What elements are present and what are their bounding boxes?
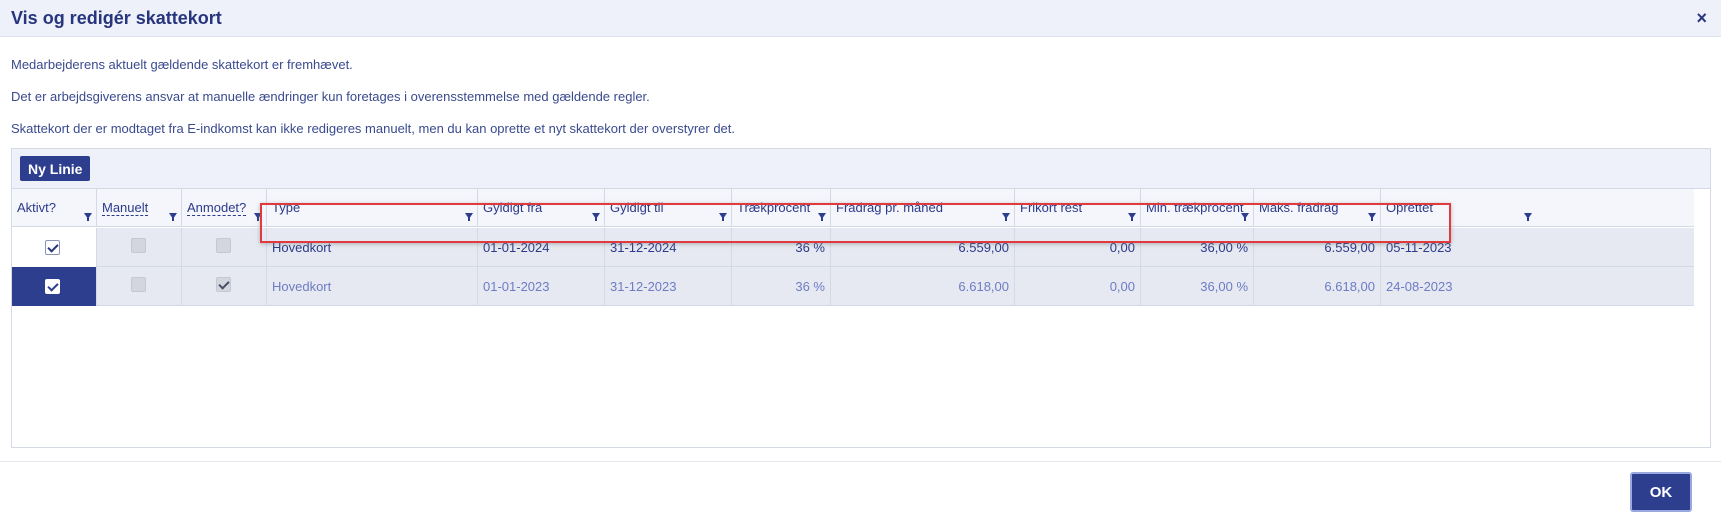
- filter-icon[interactable]: [84, 213, 92, 221]
- tax-card-grid: Ny Linie Aktivt? Manuelt Anmodet? Type G…: [11, 148, 1711, 448]
- cell-text: 6.559,00: [1324, 240, 1375, 255]
- col-header-label: Aktivt?: [17, 200, 57, 215]
- filter-icon[interactable]: [169, 213, 177, 221]
- cell-oprettet[interactable]: 05-11-2023: [1381, 228, 1694, 267]
- col-header-type[interactable]: Type: [267, 189, 478, 227]
- cell-text: 6.618,00: [958, 279, 1009, 294]
- info-text-responsibility: Det er arbejdsgiverens ansvar at manuell…: [11, 89, 650, 104]
- cell-gyldigt-til[interactable]: 31-12-2023: [605, 267, 732, 306]
- info-text-e-indkomst: Skattekort der er modtaget fra E-indkoms…: [11, 121, 736, 136]
- footer-divider: [0, 461, 1721, 462]
- cell-text: 6.618,00: [1324, 279, 1375, 294]
- col-header-anmodet[interactable]: Anmodet?: [182, 189, 267, 227]
- col-header-label: Min. trækprocent: [1146, 200, 1244, 215]
- cell-anmodet: [182, 228, 267, 267]
- col-header-fradrag[interactable]: Fradrag pr. måned: [831, 189, 1015, 227]
- cell-text: 24-08-2023: [1386, 279, 1453, 294]
- cell-text: 05-11-2023: [1386, 240, 1452, 255]
- filter-icon[interactable]: [592, 213, 600, 221]
- filter-icon[interactable]: [1002, 213, 1010, 221]
- col-header-oprettet[interactable]: Oprettet: [1381, 189, 1536, 227]
- col-header-label: Fradrag pr. måned: [836, 200, 943, 215]
- col-header-label: Gyldigt til: [610, 200, 664, 215]
- cell-aktivt[interactable]: [12, 267, 97, 306]
- anmodet-checkbox: [216, 277, 231, 292]
- new-line-button[interactable]: Ny Linie: [20, 156, 91, 181]
- cell-maks-fradrag[interactable]: 6.618,00: [1254, 267, 1381, 306]
- cell-text: 01-01-2023: [483, 279, 550, 294]
- col-header-label: Frikort rest: [1020, 200, 1083, 215]
- cell-text: 01-01-2024: [483, 240, 550, 255]
- cell-manuelt: [97, 228, 182, 267]
- col-header-label: Trækprocent: [737, 200, 811, 215]
- dialog-titlebar: Vis og redigér skattekort ×: [0, 0, 1721, 37]
- cell-text: 0,00: [1109, 279, 1135, 294]
- cell-text: 31-12-2024: [610, 240, 677, 255]
- filter-icon[interactable]: [1524, 213, 1532, 221]
- close-icon[interactable]: ×: [1696, 8, 1707, 29]
- cell-text: 36,00 %: [1200, 240, 1248, 255]
- col-header-min-traekprocent[interactable]: Min. trækprocent: [1141, 189, 1254, 227]
- aktivt-checkbox[interactable]: [45, 279, 60, 294]
- col-header-label: Anmodet?: [187, 200, 247, 216]
- cell-traekprocent[interactable]: 36 %: [732, 267, 831, 306]
- col-header-traekprocent[interactable]: Trækprocent: [732, 189, 831, 227]
- cell-type[interactable]: Hovedkort: [267, 267, 478, 306]
- anmodet-checkbox: [216, 238, 231, 253]
- col-header-label: Manuelt: [102, 200, 149, 216]
- filter-icon[interactable]: [1128, 213, 1136, 221]
- cell-frikort-rest[interactable]: 0,00: [1015, 267, 1141, 306]
- cell-text: 6.559,00: [958, 240, 1009, 255]
- cell-maks-fradrag[interactable]: 6.559,00: [1254, 228, 1381, 267]
- table-row[interactable]: Hovedkort 01-01-2024 31-12-2024 36 % 6.5…: [12, 228, 1694, 267]
- grid-header: Aktivt? Manuelt Anmodet? Type Gyldigt fr…: [12, 189, 1694, 227]
- cell-text: 31-12-2023: [610, 279, 677, 294]
- col-header-gyldigt-til[interactable]: Gyldigt til: [605, 189, 732, 227]
- manuelt-checkbox: [131, 238, 146, 253]
- cell-text: 0,00: [1109, 240, 1135, 255]
- cell-anmodet: [182, 267, 267, 306]
- cell-text: 36 %: [795, 240, 825, 255]
- cell-manuelt: [97, 267, 182, 306]
- filter-icon[interactable]: [254, 213, 262, 221]
- cell-gyldigt-fra[interactable]: 01-01-2024: [478, 228, 605, 267]
- cell-fradrag[interactable]: 6.618,00: [831, 267, 1015, 306]
- col-header-gyldigt-fra[interactable]: Gyldigt fra: [478, 189, 605, 227]
- cell-type[interactable]: Hovedkort: [267, 228, 478, 267]
- cell-oprettet[interactable]: 24-08-2023: [1381, 267, 1694, 306]
- cell-fradrag[interactable]: 6.559,00: [831, 228, 1015, 267]
- dialog-title: Vis og redigér skattekort: [11, 8, 222, 28]
- filter-icon[interactable]: [818, 213, 826, 221]
- cell-text: Hovedkort: [272, 279, 332, 294]
- filter-icon[interactable]: [719, 213, 727, 221]
- cell-traekprocent[interactable]: 36 %: [732, 228, 831, 267]
- filter-icon[interactable]: [1241, 213, 1249, 221]
- cell-min-traekprocent[interactable]: 36,00 %: [1141, 267, 1254, 306]
- cell-text: 36,00 %: [1200, 279, 1248, 294]
- col-header-aktivt[interactable]: Aktivt?: [12, 189, 97, 227]
- col-header-label: Gyldigt fra: [483, 200, 543, 215]
- cell-aktivt[interactable]: [12, 228, 97, 267]
- col-header-label: Type: [272, 200, 301, 215]
- filter-icon[interactable]: [465, 213, 473, 221]
- ok-button[interactable]: OK: [1630, 472, 1692, 512]
- aktivt-checkbox[interactable]: [45, 240, 60, 255]
- cell-text: 36 %: [795, 279, 825, 294]
- col-header-label: Oprettet: [1386, 200, 1433, 215]
- col-header-frikort-rest[interactable]: Frikort rest: [1015, 189, 1141, 227]
- filter-icon[interactable]: [1368, 213, 1376, 221]
- col-header-label: Maks. fradrag: [1259, 200, 1339, 215]
- cell-min-traekprocent[interactable]: 36,00 %: [1141, 228, 1254, 267]
- cell-gyldigt-til[interactable]: 31-12-2024: [605, 228, 732, 267]
- col-header-manuelt[interactable]: Manuelt: [97, 189, 182, 227]
- manuelt-checkbox: [131, 277, 146, 292]
- table-row[interactable]: Hovedkort 01-01-2023 31-12-2023 36 % 6.6…: [12, 267, 1694, 306]
- cell-frikort-rest[interactable]: 0,00: [1015, 228, 1141, 267]
- cell-text: Hovedkort: [272, 240, 332, 255]
- cell-gyldigt-fra[interactable]: 01-01-2023: [478, 267, 605, 306]
- grid-toolbar: Ny Linie: [12, 149, 1710, 189]
- col-header-maks-fradrag[interactable]: Maks. fradrag: [1254, 189, 1381, 227]
- info-text-current: Medarbejderens aktuelt gældende skatteko…: [11, 57, 353, 72]
